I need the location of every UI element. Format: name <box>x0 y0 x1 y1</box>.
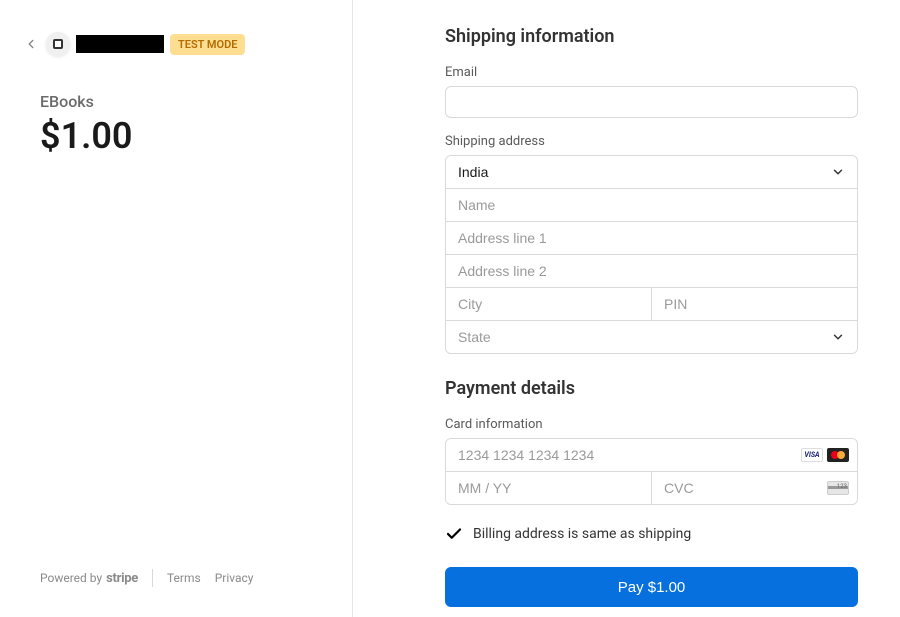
mastercard-icon <box>827 448 849 462</box>
footer-divider <box>152 569 153 587</box>
pay-button[interactable]: Pay $1.00 <box>445 567 858 607</box>
card-info-group: VISA <box>445 438 858 505</box>
powered-by-text: Powered by <box>40 571 102 585</box>
visa-icon: VISA <box>801 448 823 462</box>
privacy-link[interactable]: Privacy <box>215 571 254 585</box>
shipping-address-group: India <box>445 155 858 354</box>
merchant-name-redacted <box>76 35 164 53</box>
shipping-section-title: Shipping information <box>445 26 858 47</box>
city-input[interactable] <box>446 288 651 320</box>
card-number-input[interactable] <box>446 439 857 471</box>
email-label: Email <box>445 65 858 80</box>
billing-same-label: Billing address is same as shipping <box>473 526 691 542</box>
name-input[interactable] <box>446 189 857 221</box>
cvc-card-icon <box>827 481 849 495</box>
footer: Powered by stripe Terms Privacy <box>40 569 253 587</box>
back-button[interactable] <box>22 35 40 53</box>
merchant-logo <box>46 32 70 56</box>
terms-link[interactable]: Terms <box>167 571 201 585</box>
billing-same-checkbox[interactable] <box>445 525 463 543</box>
state-select[interactable]: State <box>446 321 857 353</box>
product-price: $1.00 <box>40 115 292 157</box>
pin-input[interactable] <box>651 288 857 320</box>
country-select[interactable]: India <box>446 156 857 188</box>
merchant-header: TEST MODE <box>22 32 292 56</box>
address-line2-input[interactable] <box>446 255 857 287</box>
billing-same-row[interactable]: Billing address is same as shipping <box>445 525 858 543</box>
arrow-left-icon <box>24 37 38 51</box>
address-line1-input[interactable] <box>446 222 857 254</box>
email-input[interactable] <box>445 86 858 118</box>
payment-section-title: Payment details <box>445 378 858 399</box>
card-information-label: Card information <box>445 417 858 432</box>
test-mode-badge: TEST MODE <box>170 34 245 55</box>
powered-by: Powered by stripe <box>40 571 138 586</box>
summary-panel: TEST MODE EBooks $1.00 Powered by stripe… <box>0 0 353 617</box>
shipping-address-label: Shipping address <box>445 134 858 149</box>
checkout-form: Shipping information Email Shipping addr… <box>353 0 900 617</box>
card-brand-icons: VISA <box>801 448 849 462</box>
checkmark-icon <box>445 525 463 543</box>
card-expiry-input[interactable] <box>446 472 651 504</box>
product-name: EBooks <box>40 92 292 111</box>
stripe-wordmark: stripe <box>106 571 138 586</box>
